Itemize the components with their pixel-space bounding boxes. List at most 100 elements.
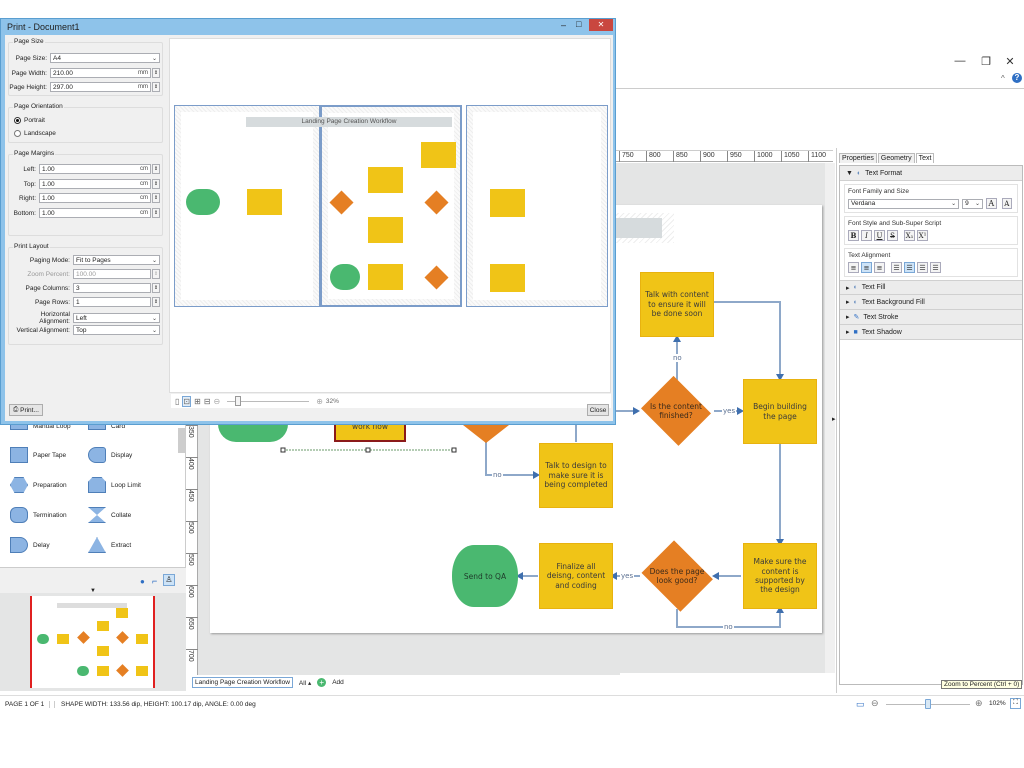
print-preview[interactable]: Landing Page Creation Workflow bbox=[169, 38, 611, 393]
close-dialog-button[interactable]: Close bbox=[587, 404, 609, 416]
align-middle-icon[interactable]: ≡ bbox=[861, 262, 872, 273]
add-page-icon[interactable]: + bbox=[317, 678, 327, 687]
page-columns-spinner[interactable]: ⇕ bbox=[152, 283, 160, 293]
shape-item-loop-limit[interactable]: Loop Limit bbox=[88, 477, 141, 493]
shape-talk-with-content[interactable]: Talk with content to ensure it will be d… bbox=[640, 272, 714, 337]
tab-geometry[interactable]: Geometry bbox=[877, 153, 915, 163]
paging-mode-select[interactable]: Fit to Pages ⌄ bbox=[73, 255, 160, 265]
expand-arrow-icon: ▸ bbox=[846, 329, 850, 336]
margin-right-input[interactable]: 1.00 cm bbox=[39, 193, 151, 203]
preview-zoom-slider[interactable] bbox=[227, 395, 310, 406]
shape-item-paper-tape[interactable]: Paper Tape bbox=[10, 447, 66, 463]
shape-item-termination[interactable]: Termination bbox=[10, 507, 67, 523]
fit-width-icon[interactable]: ⊞ bbox=[194, 397, 201, 406]
align-justify-icon[interactable]: ☰ bbox=[930, 262, 941, 273]
shape-send-to-qa[interactable]: Send to QA bbox=[452, 545, 518, 607]
shape-make-sure[interactable]: Make sure the content is supported by th… bbox=[743, 543, 817, 609]
page-rows-spinner[interactable]: ⇕ bbox=[152, 297, 160, 307]
portrait-radio[interactable]: Portrait bbox=[14, 117, 45, 124]
strikethrough-button[interactable]: S bbox=[887, 230, 898, 241]
shape-diagram-decision-partial[interactable] bbox=[463, 425, 509, 443]
underline-button[interactable]: U bbox=[874, 230, 885, 241]
align-bottom-icon[interactable]: ≡ bbox=[874, 262, 885, 273]
shape-finalize[interactable]: Finalize all deisng, content and coding bbox=[539, 543, 613, 609]
shape-info: SHAPE WIDTH: 133.56 dip, HEIGHT: 100.17 … bbox=[54, 701, 256, 708]
page-columns-input[interactable]: 3 bbox=[73, 283, 151, 293]
preview-zoom-in-icon[interactable]: ⊕ bbox=[316, 397, 323, 406]
page-tab-current[interactable]: Landing Page Creation Workflow bbox=[192, 677, 293, 688]
font-family-select[interactable]: Verdana ⌄ bbox=[848, 198, 960, 209]
shape-item-collate[interactable]: Collate bbox=[88, 507, 131, 523]
preview-zoom-thumb[interactable] bbox=[235, 395, 242, 406]
page-height-spinner[interactable]: ⇕ bbox=[152, 82, 160, 92]
zoom-percent-spinner[interactable]: ⇕ bbox=[152, 269, 160, 279]
margin-top-spinner[interactable]: ⇕ bbox=[152, 179, 160, 189]
margin-right-spinner[interactable]: ⇕ bbox=[152, 193, 160, 203]
section-text-format[interactable]: ▼ ◐ Text Format bbox=[840, 166, 1022, 181]
section-text-background-fill[interactable]: ▸ ◐ Text Background Fill bbox=[840, 295, 1022, 310]
dialog-minimize-button[interactable]: – bbox=[561, 20, 566, 30]
layout-icon[interactable]: ♙ bbox=[163, 574, 175, 586]
zoom-in-icon[interactable]: ⊕ bbox=[975, 698, 983, 709]
shape-item-delay[interactable]: Delay bbox=[10, 537, 50, 553]
fit-page-icon[interactable]: ⊡ bbox=[182, 395, 192, 407]
collapse-panel-icon[interactable]: ▸ bbox=[832, 415, 836, 423]
section-text-stroke[interactable]: ▸ ✎ Text Stroke bbox=[840, 310, 1022, 325]
decrease-font-icon[interactable]: A bbox=[1001, 198, 1012, 209]
page-rows-input[interactable]: 1 bbox=[73, 297, 151, 307]
vertical-alignment-select[interactable]: Top ⌄ bbox=[73, 325, 160, 335]
margin-bottom-input[interactable]: 1.00 cm bbox=[39, 208, 151, 218]
subscript-button[interactable]: X₁ bbox=[904, 230, 915, 241]
font-size-select[interactable]: 9 ⌄ bbox=[962, 198, 984, 209]
align-right-icon[interactable]: ☰ bbox=[917, 262, 928, 273]
shapes-icon[interactable]: ● bbox=[140, 577, 145, 586]
zoom-percent-input[interactable]: 100.00 bbox=[73, 269, 151, 279]
minimap-viewport[interactable] bbox=[30, 596, 155, 688]
align-center-icon[interactable]: ☰ bbox=[904, 262, 915, 273]
section-text-fill[interactable]: ▸ ◐ Text Fill bbox=[840, 280, 1022, 295]
all-pages-dropdown[interactable]: All ▴ bbox=[299, 679, 311, 687]
zoom-out-icon[interactable]: ⊖ bbox=[871, 698, 879, 709]
italic-button[interactable]: I bbox=[861, 230, 872, 241]
connector-tool-icon[interactable]: ⌐ bbox=[152, 576, 157, 586]
margin-bottom-spinner[interactable]: ⇕ bbox=[152, 208, 160, 218]
dialog-maximize-button[interactable]: □ bbox=[576, 19, 581, 29]
presentation-icon[interactable]: ▭ bbox=[856, 699, 865, 710]
page-height-input[interactable]: 297.00 mm bbox=[50, 82, 151, 92]
margin-left-spinner[interactable]: ⇕ bbox=[152, 164, 160, 174]
preview-zoom-out-icon[interactable]: ⊖ bbox=[214, 397, 221, 406]
tab-properties[interactable]: Properties bbox=[839, 153, 877, 163]
landscape-radio[interactable]: Landscape bbox=[14, 130, 56, 137]
margin-left-input[interactable]: 1.00 cm bbox=[39, 164, 151, 174]
status-bar: PAGE 1 OF 1 SHAPE WIDTH: 133.56 dip, HEI… bbox=[0, 695, 1024, 713]
scrollbar-thumb[interactable] bbox=[178, 428, 185, 453]
fit-to-window-icon[interactable]: ⛶ bbox=[1010, 698, 1021, 709]
increase-font-icon[interactable]: A bbox=[986, 198, 997, 209]
shape-content-finished[interactable]: Is the content finished? bbox=[638, 375, 714, 447]
margin-top-input[interactable]: 1.00 cm bbox=[39, 179, 151, 189]
zoom-slider-thumb[interactable] bbox=[925, 699, 931, 709]
shape-item-display[interactable]: Display bbox=[88, 447, 132, 463]
align-top-icon[interactable]: ≡ bbox=[848, 262, 859, 273]
page-width-input[interactable]: 210.00 mm bbox=[50, 68, 151, 78]
superscript-button[interactable]: X¹ bbox=[917, 230, 928, 241]
page-size-select[interactable]: A4 ⌄ bbox=[50, 53, 160, 63]
shape-item-preparation[interactable]: Preparation bbox=[10, 477, 67, 493]
single-page-icon[interactable]: ▯ bbox=[175, 397, 179, 406]
print-button[interactable]: ⎙ Print... bbox=[9, 404, 43, 416]
shape-item-extract[interactable]: Extract bbox=[88, 537, 131, 553]
fit-height-icon[interactable]: ⊟ bbox=[204, 397, 211, 406]
dialog-close-button[interactable]: ✕ bbox=[589, 19, 613, 31]
align-left-icon[interactable]: ☰ bbox=[891, 262, 902, 273]
tab-text[interactable]: Text bbox=[915, 153, 935, 163]
shape-begin-building[interactable]: Begin building the page bbox=[743, 379, 817, 444]
add-page-button[interactable]: Add bbox=[332, 679, 344, 686]
horizontal-alignment-select[interactable]: Left ⌄ bbox=[73, 313, 160, 323]
shape-page-look-good[interactable]: Does the page look good? bbox=[638, 540, 716, 612]
bold-button[interactable]: B bbox=[848, 230, 859, 241]
section-text-shadow[interactable]: ▸ ■ Text Shadow bbox=[840, 325, 1022, 340]
page-width-spinner[interactable]: ⇕ bbox=[152, 68, 160, 78]
zoom-slider-track[interactable] bbox=[886, 699, 970, 709]
minimap[interactable] bbox=[0, 593, 186, 691]
shape-talk-to-design[interactable]: Talk to design to make sure it is being … bbox=[539, 443, 613, 508]
